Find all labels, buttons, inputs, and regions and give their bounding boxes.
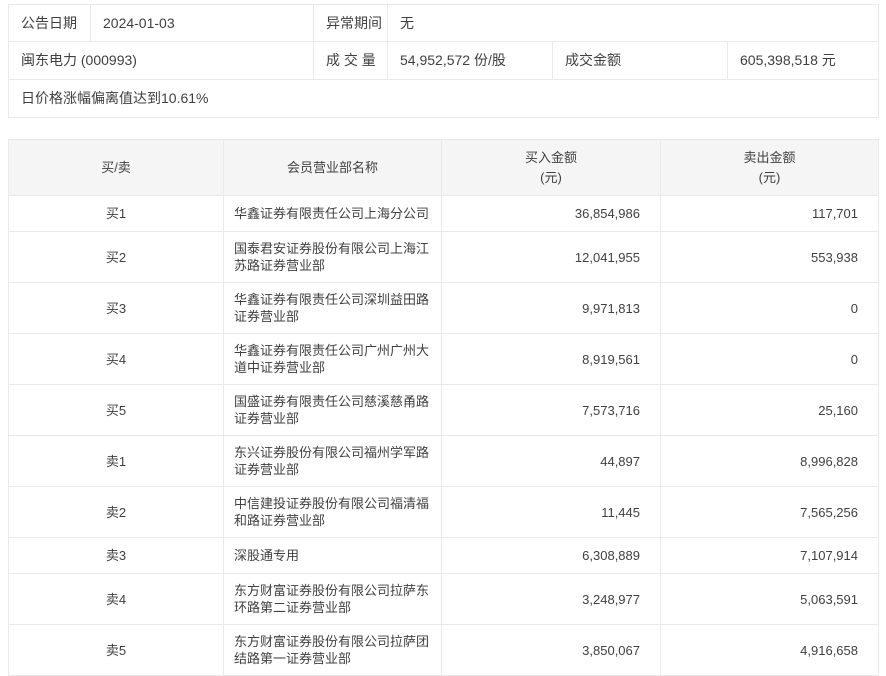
sell-amount-cell: 8,996,828 — [660, 435, 879, 487]
table-row: 买3 华鑫证券有限责任公司深圳益田路证券营业部 9,971,813 0 — [8, 282, 879, 334]
buy-amount-cell: 44,897 — [441, 435, 661, 487]
branch-cell: 华鑫证券有限责任公司上海分公司 — [223, 195, 442, 232]
sell-amount-cell: 0 — [660, 282, 879, 334]
stock-info-table: 公告日期 2024-01-03 异常期间 无 闽东电力 (000993) 成 交… — [8, 4, 879, 118]
buy-amount-cell: 8,919,561 — [441, 333, 661, 385]
side-cell: 买4 — [8, 333, 224, 385]
branch-cell: 华鑫证券有限责任公司深圳益田路证券营业部 — [223, 282, 442, 334]
table-row: 买5 国盛证券有限责任公司慈溪慈甬路证券营业部 7,573,716 25,160 — [8, 384, 879, 436]
buy-amount-cell: 12,041,955 — [441, 231, 661, 283]
col-header-buy-title: 买入金额 — [524, 149, 577, 165]
sell-amount-cell: 7,107,914 — [660, 537, 879, 574]
volume-value: 54,952,572 份/股 — [387, 41, 553, 80]
stock-name: 闽东电力 (000993) — [8, 41, 314, 80]
info-row-announce: 公告日期 2024-01-03 异常期间 无 — [8, 4, 879, 42]
col-header-branch: 会员营业部名称 — [223, 139, 442, 196]
col-header-sell: 卖出金额 (元) — [660, 139, 879, 196]
table-row: 买1 华鑫证券有限责任公司上海分公司 36,854,986 117,701 — [8, 195, 879, 232]
table-row: 卖2 中信建投证券股份有限公司福清福和路证券营业部 11,445 7,565,2… — [8, 486, 879, 538]
side-cell: 卖4 — [8, 573, 224, 625]
table-row: 卖4 东方财富证券股份有限公司拉萨东环路第二证券营业部 3,248,977 5,… — [8, 573, 879, 625]
sell-amount-cell: 7,565,256 — [660, 486, 879, 538]
announce-date-value: 2024-01-03 — [90, 4, 314, 42]
volume-label: 成 交 量 — [313, 41, 388, 80]
buy-amount-cell: 9,971,813 — [441, 282, 661, 334]
abnormal-period-value: 无 — [387, 4, 879, 42]
table-row: 买4 华鑫证券有限责任公司广州广州大道中证券营业部 8,919,561 0 — [8, 333, 879, 385]
abnormal-period-label: 异常期间 — [313, 4, 388, 42]
broker-table-header-row: 买/卖 会员营业部名称 买入金额 (元) 卖出金额 (元) — [8, 139, 879, 196]
branch-cell: 东兴证券股份有限公司福州学军路证券营业部 — [223, 435, 442, 487]
branch-cell: 东方财富证券股份有限公司拉萨团结路第一证券营业部 — [223, 624, 442, 676]
info-row-stock: 闽东电力 (000993) 成 交 量 54,952,572 份/股 成交金额 … — [8, 41, 879, 80]
side-cell: 买5 — [8, 384, 224, 436]
sell-amount-cell: 0 — [660, 333, 879, 385]
side-cell: 买2 — [8, 231, 224, 283]
branch-cell: 东方财富证券股份有限公司拉萨东环路第二证券营业部 — [223, 573, 442, 625]
branch-cell: 中信建投证券股份有限公司福清福和路证券营业部 — [223, 486, 442, 538]
page-content: 公告日期 2024-01-03 异常期间 无 闽东电力 (000993) 成 交… — [0, 0, 886, 676]
announce-date-label: 公告日期 — [8, 4, 91, 42]
sell-amount-cell: 553,938 — [660, 231, 879, 283]
table-row: 买2 国泰君安证券股份有限公司上海江苏路证券营业部 12,041,955 553… — [8, 231, 879, 283]
branch-cell: 国盛证券有限责任公司慈溪慈甬路证券营业部 — [223, 384, 442, 436]
turnover-value: 605,398,518 元 — [727, 41, 879, 80]
deviation-note: 日价格涨幅偏离值达到10.61% — [8, 79, 879, 118]
buy-amount-cell: 7,573,716 — [441, 384, 661, 436]
side-cell: 卖3 — [8, 537, 224, 574]
broker-table: 买/卖 会员营业部名称 买入金额 (元) 卖出金额 (元) 买1 华鑫证券有限责… — [8, 139, 879, 676]
side-cell: 买3 — [8, 282, 224, 334]
sell-amount-cell: 4,916,658 — [660, 624, 879, 676]
sell-amount-cell: 25,160 — [660, 384, 879, 436]
table-row: 卖5 东方财富证券股份有限公司拉萨团结路第一证券营业部 3,850,067 4,… — [8, 624, 879, 676]
buy-amount-cell: 6,308,889 — [441, 537, 661, 574]
branch-cell: 华鑫证券有限责任公司广州广州大道中证券营业部 — [223, 333, 442, 385]
col-header-buy: 买入金额 (元) — [441, 139, 661, 196]
branch-cell: 深股通专用 — [223, 537, 442, 574]
table-row: 卖3 深股通专用 6,308,889 7,107,914 — [8, 537, 879, 574]
buy-amount-cell: 3,248,977 — [441, 573, 661, 625]
buy-amount-cell: 11,445 — [441, 486, 661, 538]
buy-amount-cell: 3,850,067 — [441, 624, 661, 676]
buy-amount-cell: 36,854,986 — [441, 195, 661, 232]
col-header-buy-unit: (元) — [540, 169, 562, 185]
side-cell: 买1 — [8, 195, 224, 232]
turnover-label: 成交金额 — [552, 41, 728, 80]
branch-cell: 国泰君安证券股份有限公司上海江苏路证券营业部 — [223, 231, 442, 283]
side-cell: 卖2 — [8, 486, 224, 538]
col-header-sell-unit: (元) — [758, 169, 781, 185]
sell-amount-cell: 117,701 — [660, 195, 879, 232]
col-header-sell-title: 卖出金额 — [743, 149, 796, 165]
side-cell: 卖1 — [8, 435, 224, 487]
col-header-side: 买/卖 — [8, 139, 224, 196]
info-row-deviation: 日价格涨幅偏离值达到10.61% — [8, 79, 879, 118]
side-cell: 卖5 — [8, 624, 224, 676]
sell-amount-cell: 5,063,591 — [660, 573, 879, 625]
table-row: 卖1 东兴证券股份有限公司福州学军路证券营业部 44,897 8,996,828 — [8, 435, 879, 487]
